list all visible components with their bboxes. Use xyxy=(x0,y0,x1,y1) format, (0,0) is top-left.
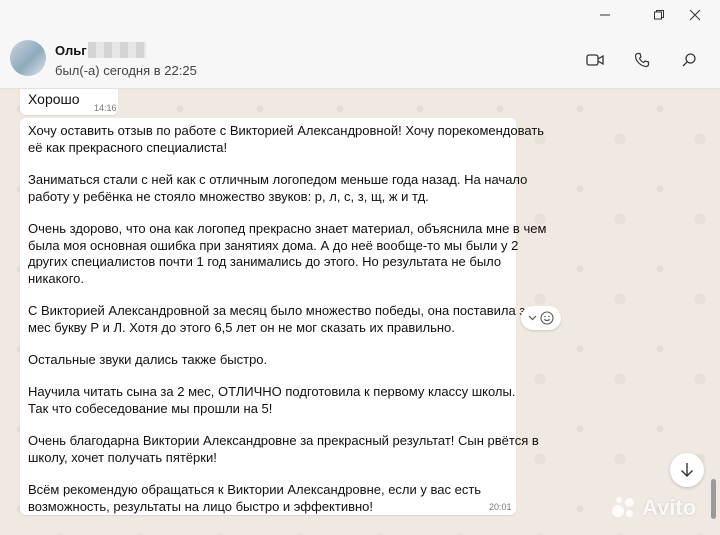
message-time: 14:16 xyxy=(94,103,117,113)
chevron-down-icon xyxy=(528,315,537,321)
message-bubble[interactable]: Хочу оставить отзыв по работе с Викторие… xyxy=(20,118,546,515)
reaction-button[interactable] xyxy=(521,306,561,330)
message-line: Научила читать сына за 2 мес, ОТЛИЧНО по… xyxy=(28,384,516,399)
avatar[interactable] xyxy=(10,40,46,76)
watermark-text: Avito xyxy=(642,495,697,520)
message-line: возможность, результаты на лицо быстро и… xyxy=(28,498,374,514)
avito-logo-icon xyxy=(612,497,638,519)
message-line: Всём рекомендую обращаться к Виктории Ал… xyxy=(28,482,482,497)
message-line: мес букву Р и Л. Хотя до этого 6,5 лет о… xyxy=(28,319,455,335)
chat-area: Хорошо 14:16 Хочу оставить отзыв по рабо… xyxy=(0,89,720,535)
message-line: Очень здорово, что она как логопед прекр… xyxy=(28,221,547,236)
video-camera-icon[interactable] xyxy=(585,50,605,70)
avito-watermark: Avito xyxy=(612,495,696,521)
close-icon[interactable] xyxy=(672,0,718,30)
search-icon[interactable] xyxy=(679,50,699,70)
message-line: была моя основная ошибка при занятиях до… xyxy=(28,237,519,253)
phone-icon[interactable] xyxy=(632,50,652,70)
arrow-down-icon xyxy=(681,463,693,477)
message-line: никакого. xyxy=(28,270,85,286)
message-line: Хочу оставить отзыв по работе с Викторие… xyxy=(28,123,545,138)
smiley-icon xyxy=(540,311,554,325)
message-line: С Викторией Александровной за месяц было… xyxy=(28,303,544,318)
message-line: работу у ребёнка не стояло множество зву… xyxy=(28,188,429,204)
message-line: школу, хочет получать пятёрки! xyxy=(28,449,217,465)
message-time: 20:01 xyxy=(489,502,512,512)
contact-status: был(-а) сегодня в 22:25 xyxy=(55,63,197,78)
message-line: других специалистов почти 1 год занимали… xyxy=(28,254,502,269)
message-bubble[interactable]: Хорошо 14:16 xyxy=(20,89,118,115)
message-line: Заниматься стали с ней как с отличным ло… xyxy=(28,172,528,187)
message-line: Очень благодарна Виктории Александровне … xyxy=(28,433,539,448)
message-line: её как прекрасного специалиста! xyxy=(28,139,228,155)
chat-header: Ольг был(-а) сегодня в 22:25 xyxy=(0,30,720,89)
contact-name[interactable]: Ольг xyxy=(55,43,87,58)
scroll-to-bottom-button[interactable] xyxy=(670,453,704,487)
window-title-bar xyxy=(0,0,720,30)
message-text: Хорошо xyxy=(28,91,80,107)
message-line: Остальные звуки дались также быстро. xyxy=(28,352,268,367)
scrollbar-thumb[interactable] xyxy=(711,479,716,519)
minimize-icon[interactable] xyxy=(582,0,628,30)
message-line: Так что собеседование мы прошли на 5! xyxy=(28,400,273,416)
name-blur-overlay xyxy=(88,42,146,58)
